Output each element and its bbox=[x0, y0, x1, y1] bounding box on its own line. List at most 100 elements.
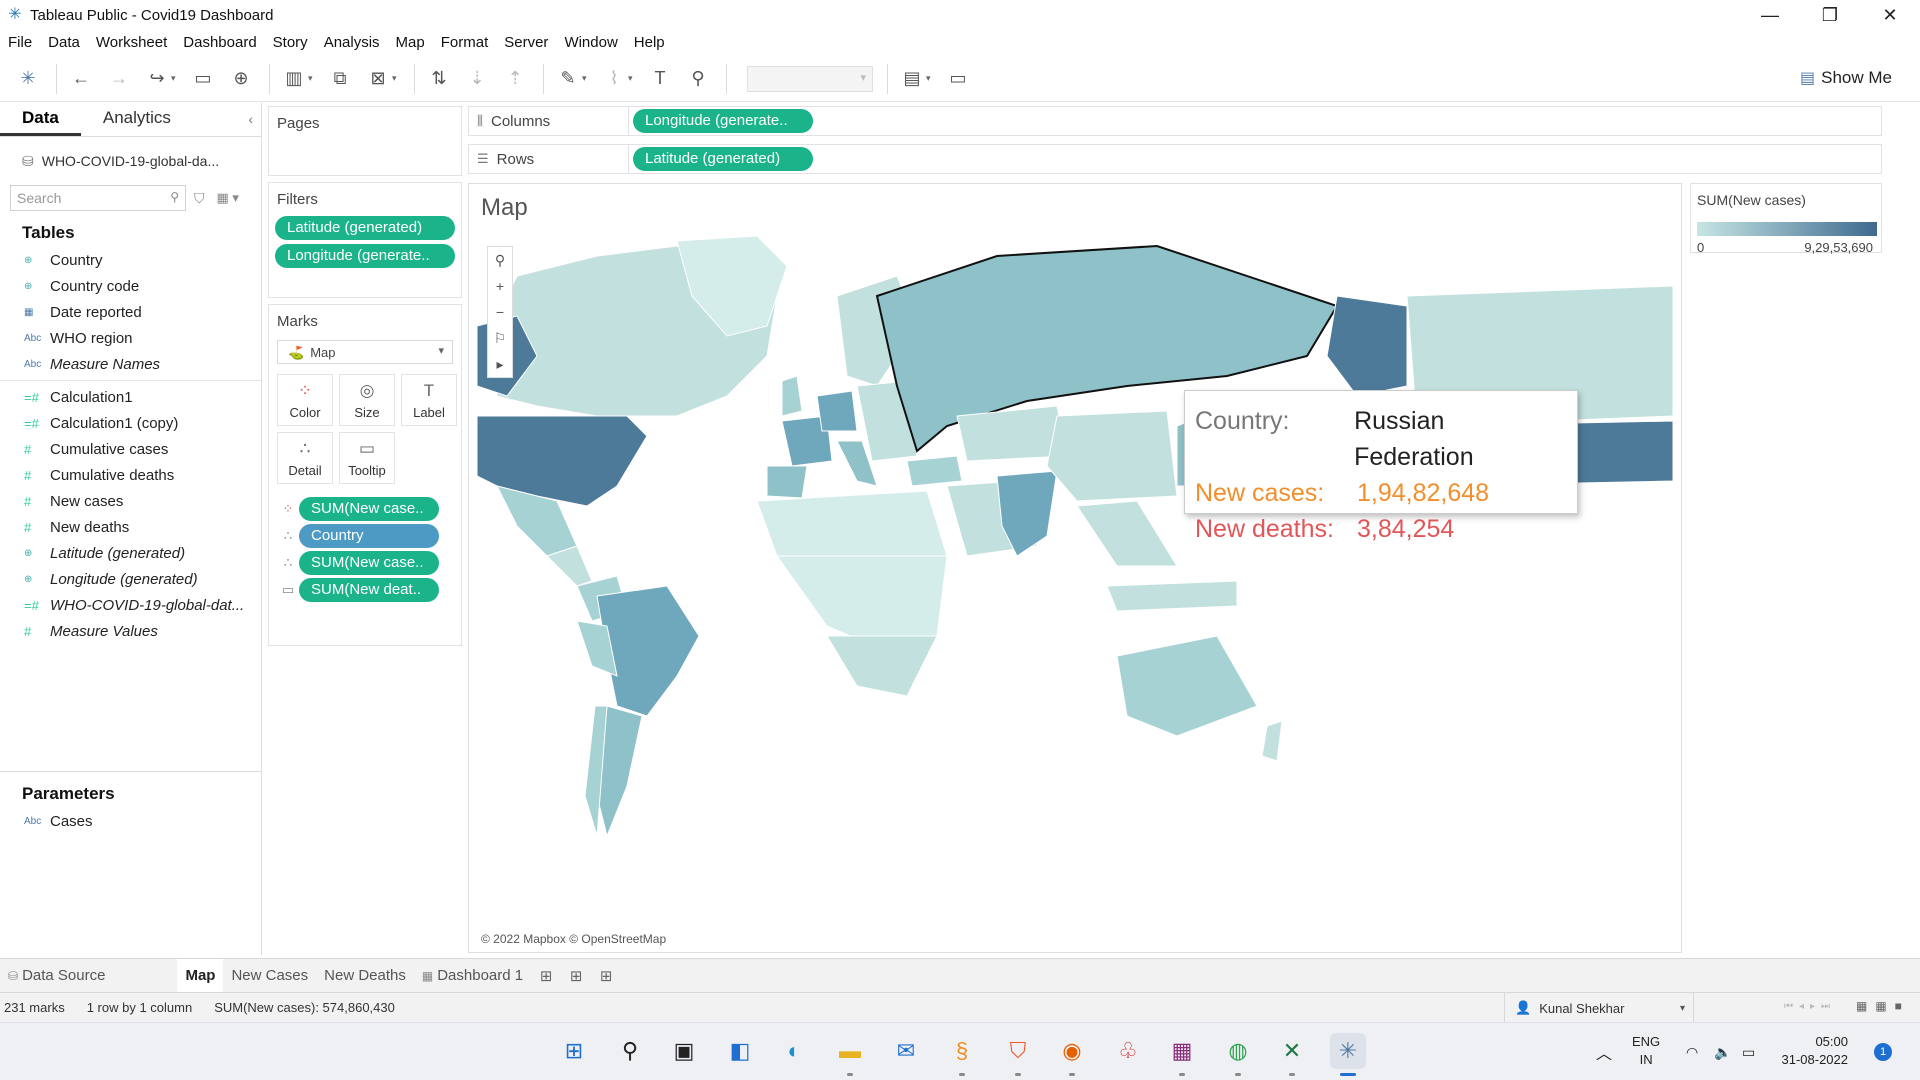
widgets-icon[interactable]: ◧ bbox=[722, 1033, 758, 1069]
field-who-region[interactable]: Abc WHO region bbox=[0, 325, 261, 351]
excel-icon[interactable]: ✕ bbox=[1274, 1033, 1310, 1076]
tab-map[interactable]: Map bbox=[177, 958, 224, 993]
map-search-icon[interactable]: ⚲ bbox=[495, 247, 505, 273]
clear-sheet-icon[interactable]: ⊠ bbox=[364, 65, 392, 93]
sheet-view-icons[interactable]: ▦▦■ bbox=[1856, 999, 1910, 1013]
wifi-icon[interactable]: ◠ bbox=[1686, 1023, 1698, 1080]
marks-pill-country[interactable]: Country bbox=[299, 524, 439, 548]
chevron-down-icon[interactable]: ▾ bbox=[926, 73, 934, 84]
field-latitude[interactable]: ⊕ Latitude (generated) bbox=[0, 540, 261, 566]
pin-icon[interactable]: ⚐ bbox=[494, 325, 507, 351]
new-worksheet-icon[interactable]: ⊞ bbox=[531, 959, 561, 993]
search-input[interactable]: Search ⚲ bbox=[10, 185, 186, 211]
chevron-down-icon[interactable]: ▾ bbox=[582, 73, 590, 84]
volume-icon[interactable]: 🔈 bbox=[1714, 1023, 1731, 1080]
fit-dropdown[interactable] bbox=[747, 65, 873, 92]
edge-browser-icon[interactable]: ◐ bbox=[776, 1033, 812, 1069]
field-measure-names[interactable]: Abc Measure Names bbox=[0, 351, 261, 377]
filter-icon[interactable]: ⛉ bbox=[194, 190, 205, 207]
zoom-out-icon[interactable]: − bbox=[496, 299, 504, 325]
label-button[interactable]: T Label bbox=[401, 374, 457, 426]
fix-axes-icon[interactable]: ⚲ bbox=[684, 65, 712, 93]
save-icon[interactable]: ▭ bbox=[189, 65, 217, 93]
choropleth-map[interactable] bbox=[477, 236, 1673, 946]
field-longitude[interactable]: ⊕ Longitude (generated) bbox=[0, 566, 261, 592]
size-button[interactable]: ◎ Size bbox=[339, 374, 395, 426]
field-country[interactable]: ⊕ Country bbox=[0, 247, 261, 273]
map-tools-expand-icon[interactable]: ▸ bbox=[496, 351, 503, 377]
language-indicator[interactable]: ENG IN bbox=[1632, 1033, 1660, 1069]
field-cumulative-deaths[interactable]: # Cumulative deaths bbox=[0, 462, 261, 488]
field-new-cases[interactable]: # New cases bbox=[0, 488, 261, 514]
tooltip-button[interactable]: ▭ Tooltip bbox=[339, 432, 395, 484]
close-button[interactable]: ✕ bbox=[1860, 0, 1920, 30]
duplicate-sheet-icon[interactable]: ⧉ bbox=[326, 65, 354, 93]
tableau-taskbar-icon[interactable]: ✳ bbox=[1330, 1033, 1366, 1076]
mail-icon[interactable]: ✉ bbox=[888, 1033, 924, 1069]
show-hidden-icons[interactable]: ︿ bbox=[1596, 1023, 1612, 1080]
replay-icon[interactable]: ↪ bbox=[143, 65, 171, 93]
undo-icon[interactable]: ← bbox=[67, 65, 95, 93]
chrome-icon[interactable]: ◍ bbox=[1220, 1033, 1256, 1076]
color-legend[interactable]: SUM(New cases) 0 9,29,53,690 bbox=[1690, 183, 1882, 255]
new-data-source-icon[interactable]: ⊕ bbox=[227, 65, 255, 93]
new-dashboard-icon[interactable]: ⊞ bbox=[561, 959, 591, 993]
detail-button[interactable]: ∴ Detail bbox=[277, 432, 333, 484]
tab-dashboard-1[interactable]: ▦ Dashboard 1 bbox=[414, 959, 531, 993]
marks-pill-sum-new-deaths[interactable]: SUM(New deat.. bbox=[299, 578, 439, 602]
filter-pill-longitude[interactable]: Longitude (generate.. bbox=[275, 244, 455, 268]
filters-card[interactable]: Filters Latitude (generated) Longitude (… bbox=[268, 182, 462, 298]
file-explorer-icon[interactable]: ▬ bbox=[832, 1033, 868, 1076]
clock[interactable]: 05:00 31-08-2022 bbox=[1778, 1033, 1849, 1069]
firefox-icon[interactable]: ◉ bbox=[1054, 1033, 1090, 1076]
filter-pill-latitude[interactable]: Latitude (generated) bbox=[275, 216, 455, 240]
field-calculation1[interactable]: =# Calculation1 bbox=[0, 384, 261, 410]
datasource-item[interactable]: ⛁ WHO-COVID-19-global-da... bbox=[0, 137, 261, 175]
field-measure-values[interactable]: # Measure Values bbox=[0, 618, 261, 644]
new-story-icon[interactable]: ⊞ bbox=[591, 959, 621, 993]
chevron-down-icon[interactable]: ▾ bbox=[171, 73, 179, 84]
new-worksheet-icon[interactable]: ▥ bbox=[280, 65, 308, 93]
menu-format[interactable]: Format bbox=[441, 34, 489, 51]
field-calculation1-copy[interactable]: =# Calculation1 (copy) bbox=[0, 410, 261, 436]
menu-dashboard[interactable]: Dashboard bbox=[183, 34, 256, 51]
tab-new-cases[interactable]: New Cases bbox=[223, 959, 316, 993]
menu-analysis[interactable]: Analysis bbox=[324, 34, 380, 51]
sort-ascending-icon[interactable]: ⇣ bbox=[463, 65, 491, 93]
acrobat-icon[interactable]: ♧ bbox=[1110, 1033, 1146, 1069]
restore-button[interactable]: ❐ bbox=[1800, 0, 1860, 30]
battery-icon[interactable]: ▭ bbox=[1742, 1023, 1755, 1080]
show-me-button[interactable]: ▤ Show Me bbox=[1800, 68, 1892, 88]
user-menu[interactable]: 👤 Kunal Shekhar ▾ bbox=[1504, 993, 1694, 1023]
field-new-deaths[interactable]: # New deaths bbox=[0, 514, 261, 540]
winrar-icon[interactable]: ▦ bbox=[1164, 1033, 1200, 1076]
marks-pill-sum-new-cases-color[interactable]: SUM(New case.. bbox=[299, 497, 439, 521]
brave-browser-icon[interactable]: ⛉ bbox=[1000, 1033, 1036, 1076]
highlight-icon[interactable]: ✎ bbox=[554, 65, 582, 93]
field-country-code[interactable]: ⊕ Country code bbox=[0, 273, 261, 299]
menu-window[interactable]: Window bbox=[564, 34, 617, 51]
marks-pill-sum-new-cases-detail[interactable]: SUM(New case.. bbox=[299, 551, 439, 575]
parameter-cases[interactable]: Abc Cases bbox=[0, 808, 262, 834]
start-icon[interactable]: ⊞ bbox=[556, 1033, 592, 1069]
tab-data[interactable]: Data bbox=[0, 108, 81, 136]
sheet-navigation-icon[interactable]: ⏮◂▸⏭ bbox=[1784, 1001, 1836, 1012]
columns-shelf[interactable]: ⫼ Columns Longitude (generate.. bbox=[468, 106, 1882, 136]
notification-badge[interactable]: 1 bbox=[1874, 1043, 1892, 1061]
view-options-icon[interactable]: ▦ ▾ bbox=[217, 190, 239, 206]
mark-type-dropdown[interactable]: ⛳ Map bbox=[277, 340, 453, 364]
sublime-text-icon[interactable]: § bbox=[944, 1033, 980, 1076]
rows-pill-latitude[interactable]: Latitude (generated) bbox=[633, 147, 813, 171]
menu-map[interactable]: Map bbox=[396, 34, 425, 51]
menu-story[interactable]: Story bbox=[273, 34, 308, 51]
tab-analytics[interactable]: Analytics bbox=[81, 108, 193, 136]
redo-icon[interactable]: → bbox=[105, 65, 133, 93]
tab-data-source[interactable]: ⛁ Data Source bbox=[0, 959, 113, 993]
search-icon[interactable]: ⚲ bbox=[612, 1033, 648, 1069]
rows-shelf[interactable]: ☰ Rows Latitude (generated) bbox=[468, 144, 1882, 174]
tableau-home-icon[interactable]: ✳ bbox=[14, 65, 42, 93]
show-mark-labels-icon[interactable]: T bbox=[646, 65, 674, 93]
group-members-icon[interactable]: ⌇ bbox=[600, 65, 628, 93]
columns-pill-longitude[interactable]: Longitude (generate.. bbox=[633, 109, 813, 133]
field-date-reported[interactable]: ▦ Date reported bbox=[0, 299, 261, 325]
